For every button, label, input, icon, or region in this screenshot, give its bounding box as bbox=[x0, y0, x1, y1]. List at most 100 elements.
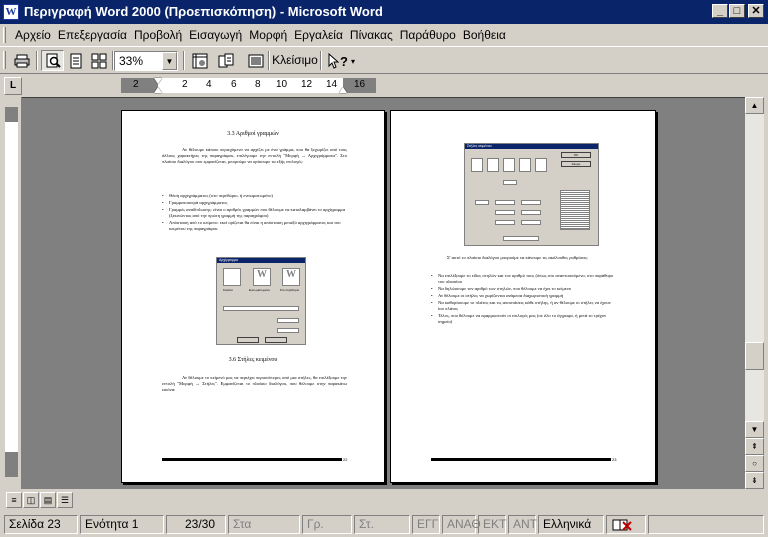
shrink-to-fit-button[interactable] bbox=[214, 50, 237, 71]
word-app-icon[interactable]: W bbox=[3, 4, 19, 20]
dropcap-none-preview bbox=[223, 268, 241, 286]
dialog-option-label: Ενσωματωμένο bbox=[249, 288, 270, 292]
magnifier-button[interactable] bbox=[41, 50, 64, 71]
page-number: 23 bbox=[612, 457, 617, 462]
one-page-button[interactable] bbox=[64, 50, 87, 71]
ruler-row: L 2 2 4 6 8 10 12 14 16 bbox=[0, 76, 768, 96]
bullet-item: Να επιλέξουμε το είδος στηλών και τον αρ… bbox=[431, 273, 616, 285]
status-extend[interactable]: ΕΚΤ bbox=[478, 515, 506, 534]
multiple-pages-button[interactable] bbox=[87, 50, 110, 71]
status-section: Ενότητα 1 bbox=[80, 515, 164, 534]
multiple-pages-icon bbox=[91, 53, 106, 68]
print-layout-button[interactable]: ▤ bbox=[40, 492, 56, 508]
columns-preview bbox=[560, 190, 590, 230]
columns-dialog-image: Στήλες κειμένου OK Άκυρο bbox=[464, 143, 599, 246]
status-overtype[interactable]: ΑΝΤ bbox=[508, 515, 537, 534]
menu-file[interactable]: Αρχείο bbox=[12, 27, 54, 43]
dialog-title: Αρχίγραμμα bbox=[217, 258, 305, 263]
status-page: Σελίδα 23 bbox=[4, 515, 78, 534]
preset-right-column bbox=[535, 158, 547, 172]
first-line-indent-marker[interactable] bbox=[154, 78, 162, 84]
zoom-combobox[interactable]: 33% ▼ bbox=[114, 51, 178, 71]
status-language[interactable]: Ελληνικά bbox=[538, 515, 604, 534]
ruler-number: 8 bbox=[255, 79, 261, 90]
status-pages: 23/30 bbox=[166, 515, 226, 534]
previous-page-button[interactable]: ⇞ bbox=[745, 438, 764, 455]
print-button[interactable] bbox=[10, 50, 33, 71]
dialog-cancel-button bbox=[265, 337, 287, 343]
horizontal-ruler[interactable]: 2 2 4 6 8 10 12 14 16 bbox=[121, 78, 376, 93]
menu-format[interactable]: Μορφή bbox=[246, 27, 290, 43]
toolbar-more-arrow[interactable]: ▾ bbox=[351, 57, 355, 66]
dialog-field bbox=[475, 200, 489, 205]
menubar-grip[interactable] bbox=[3, 27, 6, 43]
hanging-indent-marker[interactable] bbox=[154, 87, 162, 93]
dialog-title: Στήλες κειμένου bbox=[465, 144, 598, 149]
scroll-up-button[interactable]: ▲ bbox=[745, 97, 764, 114]
title-bar: W Περιγραφή Word 2000 (Προεπισκόπηση) - … bbox=[0, 0, 768, 24]
menu-tools[interactable]: Εργαλεία bbox=[291, 27, 346, 43]
dialog-field bbox=[495, 220, 515, 225]
preview-page-left[interactable]: 3.3 Αριθμοί γραμμών Αν θέλουμε κάποιο πε… bbox=[121, 110, 385, 483]
view-buttons-row: ≡ ◫ ▤ ☰ bbox=[0, 491, 768, 509]
vertical-ruler[interactable] bbox=[0, 97, 22, 489]
dialog-field bbox=[223, 306, 299, 311]
full-screen-button[interactable] bbox=[244, 50, 267, 71]
zoom-dropdown-arrow[interactable]: ▼ bbox=[162, 52, 177, 70]
preview-page-right[interactable]: Στήλες κειμένου OK Άκυρο Σ' αυτό το πλαί… bbox=[390, 110, 656, 483]
tab-selector[interactable]: L bbox=[4, 77, 22, 95]
dropcap-dialog-image: Αρχίγραμμα W W Κανένα Ενσωματωμένο Στο π… bbox=[216, 257, 306, 345]
status-spelling[interactable] bbox=[606, 515, 646, 534]
dialog-field bbox=[521, 220, 541, 225]
menu-table[interactable]: Πίνακας bbox=[347, 27, 396, 43]
right-indent-marker[interactable] bbox=[339, 87, 347, 93]
next-page-button[interactable]: ⇟ bbox=[745, 472, 764, 489]
dropcap-dropped-preview: W bbox=[253, 268, 271, 286]
print-preview-toolbar: 33% ▼ Κλείσιμο ? ▾ bbox=[0, 46, 768, 74]
page-footer-line bbox=[431, 458, 611, 461]
dialog-field bbox=[521, 210, 541, 215]
close-window-button[interactable]: ✕ bbox=[748, 4, 764, 18]
toolbar-grip[interactable] bbox=[3, 51, 6, 69]
dialog-field bbox=[495, 200, 515, 205]
normal-view-button[interactable]: ≡ bbox=[6, 492, 22, 508]
outline-view-button[interactable]: ☰ bbox=[57, 492, 73, 508]
maximize-button[interactable]: □ bbox=[729, 4, 745, 18]
spelling-book-icon bbox=[612, 519, 632, 531]
view-ruler-button[interactable] bbox=[188, 50, 211, 71]
ruler-number: 10 bbox=[276, 79, 288, 90]
status-at: Στα bbox=[228, 515, 300, 534]
menu-window[interactable]: Παράθυρο bbox=[397, 27, 459, 43]
ruler-number: 6 bbox=[231, 79, 237, 90]
menu-insert[interactable]: Εισαγωγή bbox=[186, 27, 245, 43]
menu-help[interactable]: Βοήθεια bbox=[460, 27, 509, 43]
ruler-number: 4 bbox=[206, 79, 212, 90]
ruler-number: 2 bbox=[133, 79, 139, 90]
menu-edit[interactable]: Επεξεργασία bbox=[55, 27, 130, 43]
one-page-icon bbox=[70, 53, 81, 68]
minimize-button[interactable]: _ bbox=[712, 4, 728, 18]
dialog-field bbox=[521, 200, 541, 205]
zoom-value: 33% bbox=[119, 54, 144, 68]
vertical-scrollbar[interactable]: ▲ ▼ ⇞ ○ ⇟ bbox=[745, 97, 764, 489]
scroll-down-button[interactable]: ▼ bbox=[745, 421, 764, 438]
menu-bar: Αρχείο Επεξεργασία Προβολή Εισαγωγή Μορφ… bbox=[0, 24, 768, 45]
bullet-item: Να δηλώσουμε τον αριθμό των στηλών, που … bbox=[431, 286, 616, 292]
status-rec[interactable]: ΕΓΓ bbox=[412, 515, 440, 534]
web-layout-button[interactable]: ◫ bbox=[23, 492, 39, 508]
ruler-icon bbox=[192, 53, 207, 68]
dialog-field bbox=[503, 180, 517, 185]
select-browse-object-button[interactable]: ○ bbox=[745, 455, 764, 472]
preset-two-columns bbox=[487, 158, 499, 172]
bullet-item: Θέση αρχιγράμματος (στο περιθώριο, ή ενσ… bbox=[162, 193, 347, 199]
page-footer-line bbox=[162, 458, 342, 461]
help-question-glyph: ? bbox=[340, 54, 348, 69]
status-track[interactable]: ΑΝΑΘ bbox=[442, 515, 481, 534]
bullet-item: Γραμμές αναδίπλωσης: είναι ο αριθμός γρα… bbox=[162, 207, 347, 219]
bullet-item: Να καθορίσουμε το πλάτος και τις αποστάσ… bbox=[431, 300, 616, 312]
close-preview-button[interactable]: Κλείσιμο bbox=[272, 50, 318, 71]
scroll-thumb[interactable] bbox=[745, 342, 764, 370]
page-paragraph: Σ' αυτό το πλαίσιο διαλόγου μπορούμε να … bbox=[447, 255, 589, 260]
menu-view[interactable]: Προβολή bbox=[131, 27, 185, 43]
preset-left-column bbox=[519, 158, 531, 172]
